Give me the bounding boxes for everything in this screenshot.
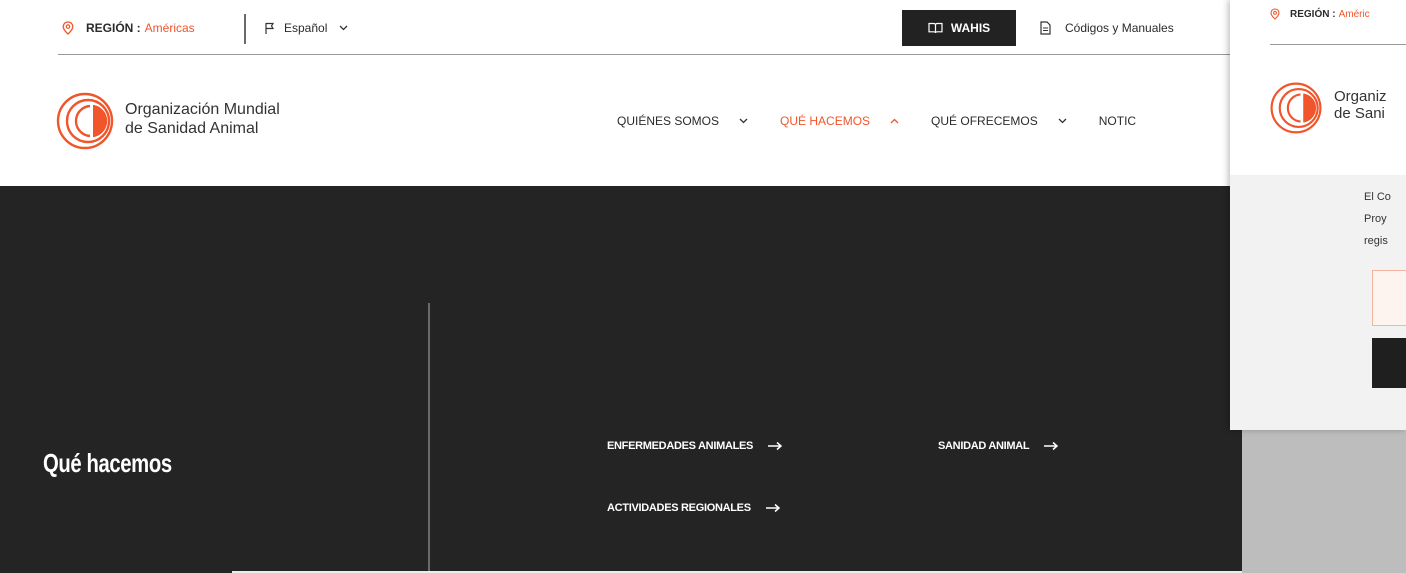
arrow-right-icon <box>768 441 783 451</box>
organization-name: Organización Mundial de Sanidad Animal <box>125 100 365 138</box>
main-navigation: Organización Mundial de Sanidad Animal Q… <box>0 56 1242 186</box>
overlapping-window: REGIÓN : Améric Organiz de Sani El Co Pr… <box>1230 0 1406 430</box>
menu-item-que-ofrecemos[interactable]: QUÉ OFRECEMOS <box>931 114 1099 128</box>
topbar-divider-line <box>1270 44 1406 45</box>
woah-logo[interactable] <box>1268 80 1324 136</box>
org-name-line2: de Sanidad Animal <box>125 120 259 137</box>
link-actividades-regionales[interactable]: ACTIVIDADES REGIONALES <box>607 502 781 514</box>
dialog-text-line2: Proy <box>1364 213 1387 225</box>
link-label: ENFERMEDADES ANIMALES <box>607 440 754 452</box>
chevron-down-icon <box>1058 118 1067 124</box>
organization-name: Organiz de Sani <box>1334 88 1387 122</box>
region-label: REGIÓN : <box>86 21 141 35</box>
location-pin-icon <box>1270 8 1280 20</box>
main-window: REGIÓN : Américas Español WAHIS Códigos … <box>0 0 1242 573</box>
menu-item-label: QUIÉNES SOMOS <box>617 114 720 128</box>
link-sanidad-animal[interactable]: SANIDAD ANIMAL <box>938 440 1059 452</box>
link-enfermedades-animales[interactable]: ENFERMEDADES ANIMALES <box>607 440 783 452</box>
language-label: Español <box>284 21 328 35</box>
top-utility-bar: REGIÓN : Américas Español WAHIS Códigos … <box>0 0 1242 56</box>
language-selector[interactable]: Español <box>264 18 348 38</box>
wahis-label: WAHIS <box>950 21 991 35</box>
flag-icon <box>265 22 275 34</box>
mega-menu-panel: Qué hacemos ENFERMEDADES ANIMALES SANIDA… <box>0 186 1242 573</box>
topbar-divider-line <box>58 54 1242 55</box>
region-label: REGIÓN : <box>1290 8 1336 20</box>
codigos-manuales-link[interactable]: Códigos y Manuales <box>1040 18 1174 38</box>
location-pin-icon <box>62 21 74 35</box>
menu-item-label: QUÉ HACEMOS <box>780 114 871 128</box>
chevron-down-icon <box>739 118 748 124</box>
dialog-text: El Co Proy regis <box>1364 186 1391 252</box>
codigos-label: Códigos y Manuales <box>1065 21 1174 35</box>
topbar-divider <box>244 14 246 44</box>
arrow-right-icon <box>1044 441 1059 451</box>
link-label: SANIDAD ANIMAL <box>938 440 1030 452</box>
menu-item-label: QUÉ OFRECEMOS <box>931 114 1038 128</box>
region-value[interactable]: Américas <box>145 21 195 35</box>
dialog-text-line3: regis <box>1364 235 1388 247</box>
book-icon <box>928 22 943 34</box>
dialog-text-line1: El Co <box>1364 191 1391 203</box>
menu-item-que-hacemos[interactable]: QUÉ HACEMOS <box>780 114 931 128</box>
region-selector[interactable]: REGIÓN : Américas <box>62 18 195 38</box>
submit-button[interactable] <box>1372 338 1406 388</box>
menu-item-quienes-somos[interactable]: QUIÉNES SOMOS <box>617 114 780 128</box>
arrow-right-icon <box>765 503 780 513</box>
org-name-line1: Organiz <box>1334 88 1387 105</box>
org-name-line2: de Sani <box>1334 105 1385 122</box>
org-name-line1: Organización Mundial <box>125 101 280 118</box>
chevron-down-icon <box>339 25 348 31</box>
mega-menu-title: Qué hacemos <box>43 448 172 478</box>
region-selector[interactable]: REGIÓN : Améric <box>1270 8 1370 20</box>
woah-logo[interactable] <box>54 90 116 152</box>
email-field[interactable] <box>1372 270 1406 326</box>
menu-item-label: NOTIC <box>1098 114 1137 128</box>
link-label: ACTIVIDADES REGIONALES <box>607 502 751 514</box>
primary-menu: QUIÉNES SOMOS QUÉ HACEMOS QUÉ OFRECEMOS … <box>617 114 1136 128</box>
region-value[interactable]: Améric <box>1339 9 1370 20</box>
document-icon <box>1040 21 1051 35</box>
wahis-button[interactable]: WAHIS <box>902 10 1016 46</box>
mega-menu-divider <box>428 303 430 573</box>
menu-item-noticias[interactable]: NOTIC <box>1099 114 1136 128</box>
chevron-up-icon <box>890 118 899 124</box>
